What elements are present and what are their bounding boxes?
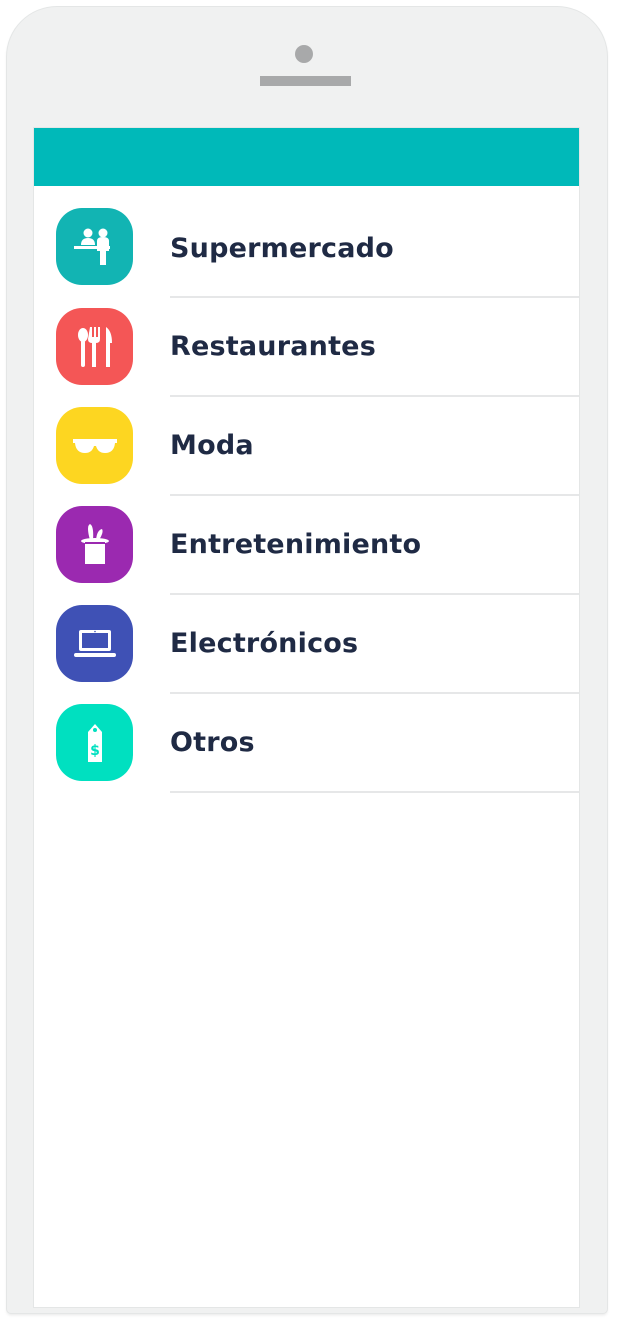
category-item-entretenimiento[interactable]: Entretenimiento bbox=[34, 483, 579, 595]
category-item-moda[interactable]: Moda bbox=[34, 384, 579, 496]
category-label: Restaurantes bbox=[170, 331, 376, 362]
category-label: Otros bbox=[170, 727, 255, 758]
category-item-electronicos[interactable]: Electrónicos bbox=[34, 582, 579, 694]
magic-hat-rabbit-icon bbox=[56, 506, 133, 583]
category-label: Moda bbox=[170, 430, 254, 461]
svg-text:$: $ bbox=[90, 743, 100, 759]
category-item-otros[interactable]: $ Otros bbox=[34, 681, 579, 793]
category-label: Entretenimiento bbox=[170, 529, 422, 560]
category-label: Electrónicos bbox=[170, 628, 359, 659]
app-screen: Supermercado Restaurantes Moda Entreteni… bbox=[33, 127, 580, 1308]
app-header-bar bbox=[34, 128, 579, 186]
category-item-supermercado[interactable]: Supermercado bbox=[34, 186, 579, 298]
cutlery-icon bbox=[56, 308, 133, 385]
price-tag-icon: $ bbox=[56, 704, 133, 781]
phone-speaker bbox=[260, 76, 351, 86]
sunglasses-icon bbox=[56, 407, 133, 484]
divider bbox=[170, 791, 579, 793]
laptop-icon bbox=[56, 605, 133, 682]
phone-camera bbox=[295, 45, 313, 63]
category-label: Supermercado bbox=[170, 233, 394, 264]
phone-frame: Supermercado Restaurantes Moda Entreteni… bbox=[7, 7, 607, 1313]
cashier-icon bbox=[56, 208, 133, 285]
category-item-restaurantes[interactable]: Restaurantes bbox=[34, 285, 579, 397]
category-list: Supermercado Restaurantes Moda Entreteni… bbox=[34, 186, 579, 793]
